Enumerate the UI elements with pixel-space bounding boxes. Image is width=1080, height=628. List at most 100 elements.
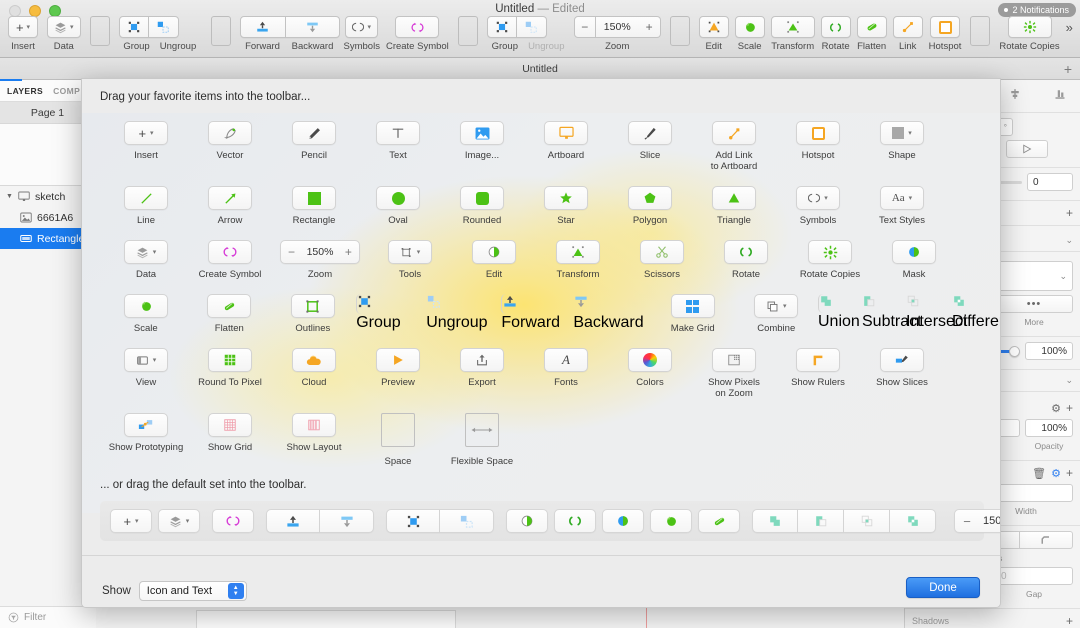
palette-item-show-layout[interactable]: Show Layout xyxy=(272,413,356,453)
palette-item-create-symbol[interactable]: Create Symbol xyxy=(188,240,272,280)
export-item-button[interactable] xyxy=(460,348,504,372)
palette-item-text[interactable]: Text xyxy=(356,121,440,172)
flexible-space-icon[interactable] xyxy=(465,413,499,447)
data-default-button[interactable]: ▾ xyxy=(158,509,200,533)
fill-opacity-field[interactable]: 100% xyxy=(1025,419,1073,437)
subtract-default-button[interactable] xyxy=(798,509,844,533)
palette-item-space[interactable]: Space xyxy=(356,413,440,467)
hotspot-item-button[interactable] xyxy=(796,121,840,145)
palette-item-show-rulers[interactable]: Show Rulers xyxy=(776,348,860,388)
palette-item-insert[interactable]: + ▾ Insert xyxy=(104,121,188,172)
join-bevel-button[interactable] xyxy=(1019,531,1073,549)
union-default-button[interactable] xyxy=(752,509,798,533)
palette-item-line[interactable]: Line xyxy=(104,186,188,226)
palette-item-make-grid[interactable]: Make Grid xyxy=(651,294,735,334)
show-pixels-item-button[interactable] xyxy=(712,348,756,372)
colors-item-button[interactable] xyxy=(628,348,672,372)
palette-item-text-styles[interactable]: Aa ▾ Text Styles xyxy=(860,186,944,226)
scale-button[interactable] xyxy=(734,16,765,38)
view-item-button[interactable]: ▾ xyxy=(124,348,168,372)
forward-default-button[interactable] xyxy=(266,509,320,533)
palette-item-group-segment[interactable]: Group Ungroup xyxy=(355,294,500,332)
zoom-value[interactable]: 150% xyxy=(595,16,639,38)
palette-item-edit[interactable]: Edit xyxy=(452,240,536,280)
palette-item-artboard[interactable]: Artboard xyxy=(524,121,608,172)
edit-button[interactable] xyxy=(698,16,729,38)
default-zoom-group[interactable]: − 150% + » xyxy=(954,509,1000,533)
palette-item-rounded[interactable]: Rounded xyxy=(440,186,524,226)
flip-vertical-button[interactable] xyxy=(1006,140,1048,158)
more-button[interactable]: ••• xyxy=(995,295,1073,313)
data-button[interactable]: ▾ xyxy=(47,16,81,38)
outlines-item-button[interactable] xyxy=(290,294,335,318)
create-symbol-item-button[interactable] xyxy=(208,240,252,264)
insert-item-button[interactable]: + ▾ xyxy=(124,121,168,145)
rotate-copies-button[interactable] xyxy=(1007,16,1052,38)
layer-filter[interactable]: Filter xyxy=(0,606,96,628)
insert-button[interactable]: + ▾ xyxy=(8,16,38,38)
ungroup-item-button[interactable] xyxy=(426,294,498,314)
intersect-item-button[interactable] xyxy=(906,294,952,313)
palette-item-rotate[interactable]: Rotate xyxy=(704,240,788,280)
mask-item-button[interactable] xyxy=(892,240,936,264)
toolbar-item-hotspot[interactable]: Hotspot xyxy=(929,16,961,52)
toolbar-item-data[interactable]: ▾ Data xyxy=(47,16,81,52)
union-item-button[interactable] xyxy=(818,294,862,313)
toolbar-item-link[interactable]: Link xyxy=(892,16,923,52)
backward-item-button[interactable] xyxy=(573,294,649,314)
transform-item-button[interactable] xyxy=(556,240,600,264)
hotspot-button[interactable] xyxy=(930,16,961,38)
palette-item-data[interactable]: ▾ Data xyxy=(104,240,188,280)
symbols-item-button[interactable]: ▾ xyxy=(796,186,840,210)
shape-item-button[interactable]: ▾ xyxy=(880,121,924,145)
palette-item-export[interactable]: Export xyxy=(440,348,524,388)
palette-item-triangle[interactable]: Triangle xyxy=(692,186,776,226)
round-to-pixel-item-button[interactable] xyxy=(208,348,252,372)
palette-item-slice[interactable]: Slice xyxy=(608,121,692,172)
toolbar-item-transform[interactable]: Transform xyxy=(770,16,815,52)
toolbar-item-palette[interactable]: + ▾ Insert Vector Pencil Text Image... A… xyxy=(82,113,1000,513)
zoom-value[interactable]: 150% xyxy=(983,515,1000,527)
slice-item-button[interactable] xyxy=(628,121,672,145)
palette-row[interactable]: Show Prototyping Show Grid Show Layout S… xyxy=(82,413,1000,467)
intersect-default-button[interactable] xyxy=(844,509,890,533)
oval-item-button[interactable] xyxy=(376,186,420,210)
triangle-item-button[interactable] xyxy=(712,186,756,210)
zoom-value[interactable]: 150% xyxy=(303,246,338,258)
ungroup-default-button[interactable] xyxy=(440,509,494,533)
data-item-button[interactable]: ▾ xyxy=(124,240,168,264)
zoom-out-button[interactable]: − xyxy=(281,245,303,259)
disclosure-triangle-icon[interactable]: ▼ xyxy=(6,193,13,200)
tab-layers[interactable]: LAYERS xyxy=(7,86,43,96)
default-group-3[interactable] xyxy=(506,509,740,533)
toolbar[interactable]: + ▾ Insert ▾ Data Group Ungroup Forward … xyxy=(8,16,1073,58)
palette-item-order-segment[interactable]: Forward Backward xyxy=(500,294,651,332)
new-tab-button[interactable]: + xyxy=(1064,61,1072,77)
palette-item-colors[interactable]: Colors xyxy=(608,348,692,388)
add-icon[interactable]: + xyxy=(1066,206,1073,220)
palette-item-outlines[interactable]: Outlines xyxy=(271,294,355,334)
symbols-button[interactable]: ▾ xyxy=(345,16,378,38)
palette-item-show-grid[interactable]: Show Grid xyxy=(188,413,272,453)
palette-row[interactable]: Line Arrow Rectangle Oval Rounded Star P… xyxy=(82,186,1000,226)
palette-item-show-slices[interactable]: Show Slices xyxy=(860,348,944,388)
zoom-default-stepper[interactable]: − 150% + xyxy=(954,509,1000,533)
palette-item-rectangle[interactable]: Rectangle xyxy=(272,186,356,226)
show-layout-item-button[interactable] xyxy=(292,413,336,437)
default-group-segment[interactable] xyxy=(386,509,494,533)
polygon-item-button[interactable] xyxy=(628,186,672,210)
backward-button[interactable] xyxy=(285,16,340,38)
rotate-button[interactable] xyxy=(820,16,851,38)
gap-field[interactable]: 0 xyxy=(995,567,1073,585)
palette-item-mask[interactable]: Mask xyxy=(872,240,956,280)
star-item-button[interactable] xyxy=(544,186,588,210)
palette-item-scale[interactable]: Scale xyxy=(104,294,188,334)
palette-item-fonts[interactable]: A Fonts xyxy=(524,348,608,388)
palette-item-zoom[interactable]: − 150% + Zoom xyxy=(272,240,368,280)
flatten-default-button[interactable] xyxy=(698,509,740,533)
palette-item-cloud[interactable]: Cloud xyxy=(272,348,356,388)
palette-row[interactable]: + ▾ Insert Vector Pencil Text Image... A… xyxy=(82,121,1000,172)
default-toolbar-set[interactable]: + ▾ ▾ − 150 xyxy=(100,501,1000,541)
chevron-down-icon[interactable]: ⌄ xyxy=(1065,375,1073,386)
toolbar-item-insert[interactable]: + ▾ Insert xyxy=(8,16,38,52)
